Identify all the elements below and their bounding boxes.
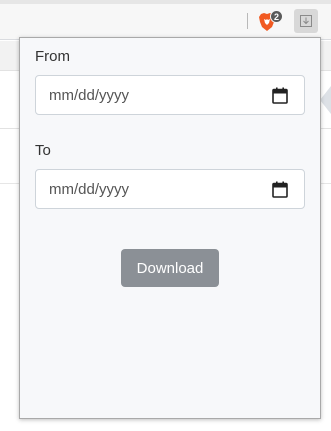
to-label: To bbox=[35, 142, 51, 159]
download-extension-icon bbox=[300, 15, 312, 27]
shields-count-badge: 2 bbox=[270, 10, 283, 23]
download-button[interactable]: Download bbox=[121, 249, 219, 287]
extension-popup: From mm/dd/yyyy To mm/dd/yyyy Download bbox=[19, 37, 321, 419]
from-date-placeholder: mm/dd/yyyy bbox=[49, 87, 130, 104]
page-background-arrow bbox=[320, 86, 331, 114]
from-date-input[interactable]: mm/dd/yyyy bbox=[35, 75, 305, 115]
to-date-input[interactable]: mm/dd/yyyy bbox=[35, 169, 305, 209]
calendar-icon[interactable] bbox=[272, 181, 288, 198]
download-extension-button[interactable] bbox=[294, 9, 318, 33]
toolbar-separator bbox=[247, 13, 248, 29]
to-date-placeholder: mm/dd/yyyy bbox=[49, 181, 130, 198]
calendar-icon[interactable] bbox=[272, 87, 288, 104]
from-label: From bbox=[35, 48, 70, 65]
tab-strip-edge bbox=[0, 0, 331, 4]
browser-toolbar: 2 bbox=[0, 0, 331, 40]
browser-window: 2 From mm/dd/yyyy To mm/dd/yyyy Download bbox=[0, 0, 331, 431]
